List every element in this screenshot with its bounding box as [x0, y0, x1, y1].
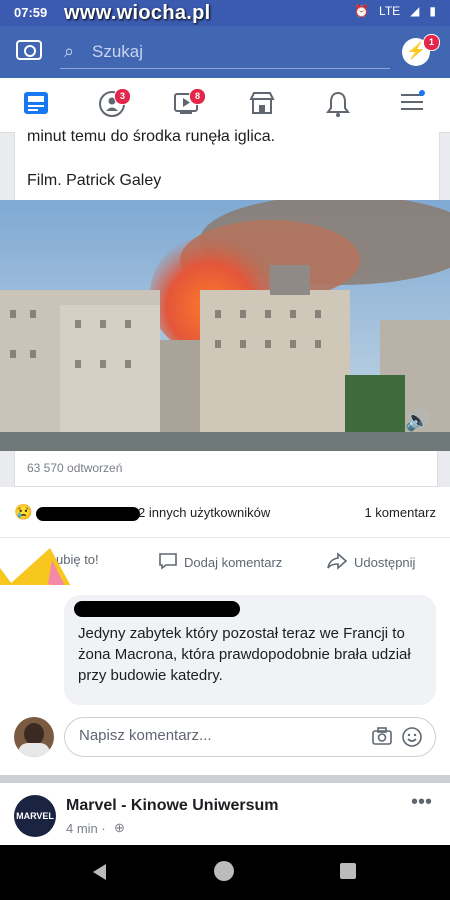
status-icons: ⏰ LTE ◢ ▮ — [354, 4, 436, 18]
next-post-header: MARVEL Marvel - Kinowe Uniwersum 4 min ·… — [0, 783, 450, 845]
status-bar: 07:59 www.wiocha.pl ⏰ LTE ◢ ▮ — [0, 0, 450, 26]
marketplace-icon[interactable] — [242, 90, 282, 120]
post-time: 4 min · — [66, 821, 106, 836]
avatar[interactable] — [14, 717, 54, 757]
share-icon — [326, 552, 348, 573]
search-bar[interactable]: ⌕ — [60, 38, 390, 69]
comments-section: Jedyny zabytek który pozostał teraz we F… — [0, 585, 450, 775]
comment-composer[interactable] — [64, 717, 436, 757]
top-bar: ⌕ ⚡ 1 — [0, 26, 450, 78]
signal-icon: ◢ — [410, 4, 420, 18]
redaction — [36, 507, 140, 521]
post-text-line: minut temu do środka runęła iglica. — [27, 128, 276, 145]
news-feed-icon[interactable] — [16, 90, 56, 120]
comment-text: Jedyny zabytek który pozostał teraz we F… — [78, 625, 411, 684]
back-icon[interactable] — [90, 862, 108, 887]
globe-icon: ⊕ — [114, 820, 125, 835]
reactions-text[interactable]: 2 innych użytkowników — [138, 505, 270, 520]
battery-icon: ▮ — [429, 4, 436, 18]
home-icon[interactable] — [214, 861, 234, 881]
post-text-line: Film. Patrick Galey — [27, 172, 162, 189]
camera-icon[interactable] — [16, 40, 42, 60]
search-input[interactable] — [90, 41, 374, 63]
network-label: LTE — [379, 4, 401, 18]
sad-reaction-icon: 😢 — [14, 504, 33, 521]
messenger-badge: 1 — [423, 34, 440, 51]
groups-badge: 3 — [114, 88, 131, 105]
post-stats: 😢 2 innych użytkowników 1 komentarz — [0, 487, 450, 537]
volume-icon[interactable]: 🔊 — [405, 408, 430, 433]
post-video[interactable]: 🔊 — [0, 200, 450, 451]
watch-badge: 8 — [189, 88, 206, 105]
redaction — [74, 601, 240, 617]
camera-icon[interactable] — [371, 726, 393, 751]
comment-label: Dodaj komentarz — [184, 555, 283, 570]
menu-icon[interactable] — [392, 90, 432, 120]
comment-icon — [158, 552, 178, 573]
comment-input[interactable] — [77, 726, 361, 745]
view-count: 63 570 odtworzeń — [14, 451, 438, 487]
search-icon: ⌕ — [64, 41, 75, 61]
more-icon[interactable]: ••• — [411, 791, 432, 814]
tab-bar: 3 8 — [0, 78, 450, 133]
recents-icon[interactable] — [340, 863, 356, 879]
alarm-icon: ⏰ — [354, 4, 370, 18]
page-avatar[interactable]: MARVEL — [14, 795, 56, 837]
notifications-icon[interactable] — [318, 90, 358, 120]
emoji-icon[interactable] — [401, 726, 423, 753]
comment-button[interactable]: Dodaj komentarz — [158, 552, 282, 573]
android-navigation-bar — [0, 845, 450, 900]
watermark: www.wiocha.pl — [64, 2, 211, 24]
page-name[interactable]: Marvel - Kinowe Uniwersum — [66, 797, 279, 815]
comment-bubble[interactable]: Jedyny zabytek który pozostał teraz we F… — [64, 595, 436, 705]
share-button[interactable]: Udostępnij — [326, 552, 415, 573]
share-label: Udostępnij — [354, 555, 416, 570]
status-time: 07:59 — [14, 5, 48, 20]
comments-count[interactable]: 1 komentarz — [364, 505, 436, 520]
post-text-area: minut temu do środka runęła iglica. Film… — [14, 128, 440, 200]
feed-divider — [0, 775, 450, 783]
